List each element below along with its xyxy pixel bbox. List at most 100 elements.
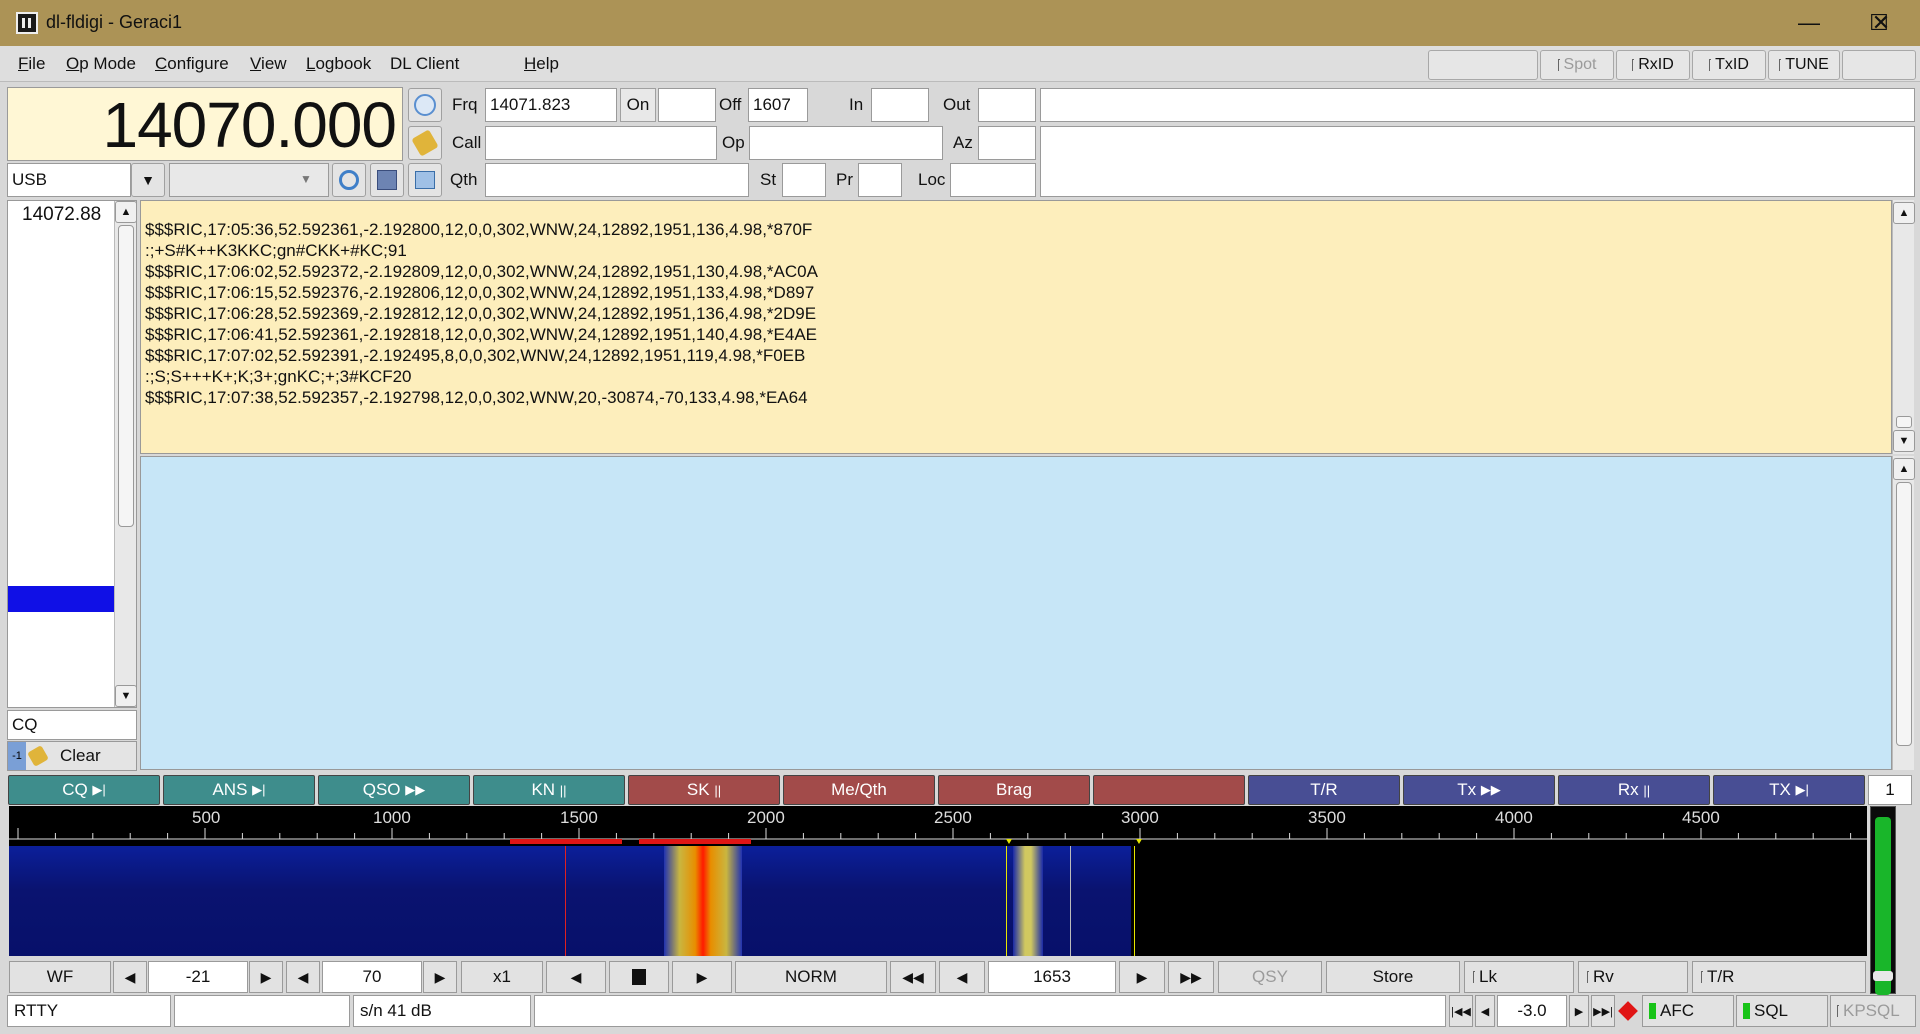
level-value[interactable]: -21 [148,961,248,993]
macro-tx-button[interactable]: Tx ▶▶ [1403,775,1555,805]
call-field[interactable] [485,126,717,160]
off-field[interactable]: 1607 [748,88,808,122]
afc-forward-button[interactable]: ▶▶| [1591,995,1615,1027]
zoom-button[interactable]: x1 [461,961,543,993]
waterfall-display[interactable] [9,844,1867,956]
pr-field[interactable] [858,163,902,197]
macro-kn-button[interactable]: KN || [473,775,625,805]
stop-button[interactable] [609,961,669,993]
kpsql-toggle[interactable]: KPSQL [1830,995,1916,1027]
macro-qso-button[interactable]: QSO ▶▶ [318,775,470,805]
scroll-up-icon[interactable]: ▲ [1893,458,1915,480]
macro-brag-button[interactable]: Brag [938,775,1090,805]
level-up-button[interactable]: ▶ [249,961,283,993]
menu-op-mode[interactable]: Op Mode [66,54,136,74]
menu-help[interactable]: Help [524,54,559,74]
menu-file[interactable]: File [18,54,45,74]
norm-button[interactable]: NORM [735,961,887,993]
macro-empty-button[interactable] [1093,775,1245,805]
menu-configure[interactable]: Configure [155,54,229,74]
chevron-down-icon[interactable]: ▼ [300,172,312,186]
carrier-frequency-value[interactable]: 1653 [988,961,1116,993]
slower-button[interactable]: ◀ [546,961,606,993]
st-field[interactable] [782,163,826,197]
in-field[interactable] [871,88,929,122]
afc-rewind-button[interactable]: |◀◀ [1449,995,1473,1027]
level-down-button[interactable]: ◀ [113,961,147,993]
tune-toggle[interactable]: TUNE [1768,50,1840,80]
squelch-handle[interactable] [1873,971,1893,981]
mode-select[interactable]: USB [7,163,131,197]
macro-meqth-button[interactable]: Me/Qth [783,775,935,805]
clear-log-button[interactable] [408,126,442,160]
on-field[interactable] [658,88,716,122]
save-log-button[interactable] [370,163,404,197]
macro-sk-button[interactable]: SK || [628,775,780,805]
range-value[interactable]: 70 [322,961,422,993]
az-field[interactable] [978,126,1036,160]
macro-tx2-button[interactable]: TX ▶| [1713,775,1865,805]
txid-toggle[interactable]: TxID [1692,50,1766,80]
rx-scrollbar[interactable]: ▲ ▼ [1892,200,1915,454]
mode-status[interactable]: RTTY [7,995,171,1027]
macro-page-indicator[interactable]: 1 [1868,775,1912,805]
store-button[interactable]: Store [1326,961,1460,993]
wf-mode-button[interactable]: WF [9,961,111,993]
afc-toggle[interactable]: AFC [1642,995,1734,1027]
mode-dropdown-button[interactable]: ▼ [131,163,165,197]
tr-toggle[interactable]: T/R [1692,961,1866,993]
close-button[interactable]: ✕ [1846,0,1916,46]
notes-field[interactable] [1040,126,1915,197]
qth-field[interactable] [485,163,749,197]
range-up-button[interactable]: ▶ [423,961,457,993]
macro-tr-button[interactable]: T/R [1248,775,1400,805]
receive-text-pane[interactable]: $$$RIC,17:05:36,52.592361,-2.192800,12,0… [140,200,1892,454]
name-field[interactable] [1040,88,1915,122]
macro-cq-button[interactable]: CQ ▶| [8,775,160,805]
loc-field[interactable] [950,163,1036,197]
transmit-text-pane[interactable] [140,456,1892,770]
frequency-list[interactable]: 14072.88 ▲ ▼ [7,200,137,708]
menu-logbook[interactable]: Logbook [306,54,371,74]
faster-button[interactable]: ▶ [672,961,732,993]
waterfall-scale[interactable]: 500 1000 1500 2000 2500 3000 3500 4000 4… [9,806,1867,844]
scroll-thumb[interactable] [1896,482,1912,746]
step-forward-button[interactable]: ▶ [1119,961,1165,993]
import-button[interactable] [408,163,442,197]
scroll-down-icon[interactable]: ▼ [115,685,137,707]
macro-rx-button[interactable]: Rx || [1558,775,1710,805]
afc-up-button[interactable]: ▶ [1569,995,1589,1027]
fast-rewind-button[interactable]: ◀◀ [890,961,936,993]
scroll-thumb[interactable] [118,225,134,527]
minimize-button[interactable]: — [1774,0,1844,46]
tx-scrollbar[interactable]: ▲ [1892,456,1915,770]
range-down-button[interactable]: ◀ [286,961,320,993]
macro-ans-button[interactable]: ANS ▶| [163,775,315,805]
refresh-button[interactable] [332,163,366,197]
sql-toggle[interactable]: SQL [1736,995,1828,1027]
scrollbar[interactable]: ▲ ▼ [114,201,137,707]
scroll-up-icon[interactable]: ▲ [115,201,137,223]
step-back-button[interactable]: ◀ [939,961,985,993]
op-field[interactable] [749,126,943,160]
list-item[interactable]: 14072.88 [22,204,101,226]
globe-button[interactable] [408,88,442,122]
frq-field[interactable]: 14071.823 [485,88,617,122]
spot-toggle[interactable]: Spot [1540,50,1614,80]
afc-value[interactable]: -3.0 [1497,995,1567,1027]
qsy-button[interactable]: QSY [1218,961,1322,993]
out-field[interactable] [978,88,1036,122]
lock-toggle[interactable]: Lk [1464,961,1574,993]
menu-dl-client[interactable]: DL Client [390,54,459,74]
on-button[interactable]: On [620,88,656,122]
scroll-up-icon[interactable]: ▲ [1893,202,1915,224]
reverse-toggle[interactable]: Rv [1578,961,1688,993]
dial-frequency-display[interactable]: 14070.000 [7,87,403,161]
scroll-down-icon[interactable]: ▼ [1893,430,1915,452]
search-input[interactable]: CQ [7,710,137,740]
menu-view[interactable]: View [250,54,287,74]
scroll-thumb[interactable] [1896,416,1912,428]
afc-down-button[interactable]: ◀ [1475,995,1495,1027]
clear-button[interactable]: -1 Clear [7,741,137,771]
fast-forward-button[interactable]: ▶▶ [1168,961,1214,993]
